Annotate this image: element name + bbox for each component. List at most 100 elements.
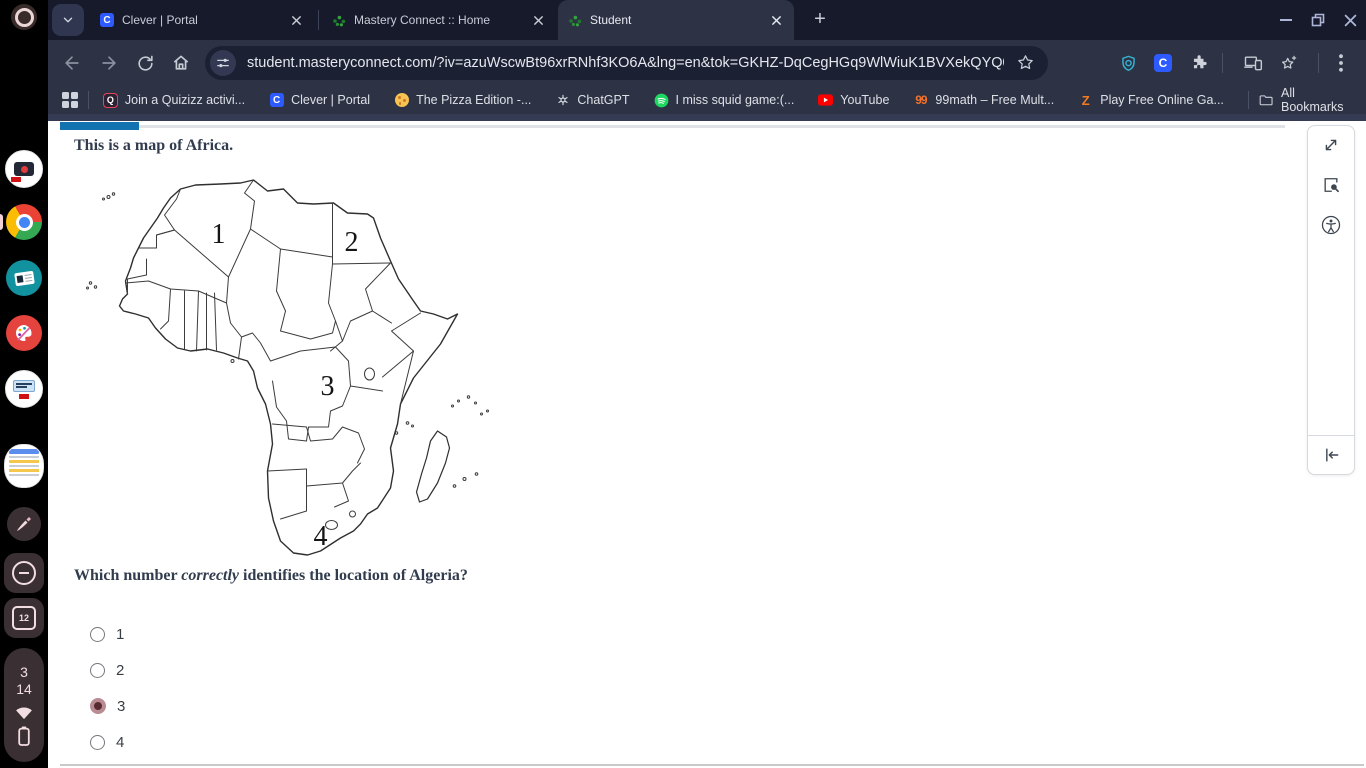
calendar-icon[interactable]: 12 (4, 598, 44, 638)
status-tray[interactable]: 3 14 (4, 648, 44, 762)
zoom-page-icon[interactable] (1318, 172, 1344, 198)
battery-icon (18, 726, 30, 746)
browser-menu-icon[interactable] (1333, 51, 1349, 75)
back-button[interactable] (60, 51, 84, 75)
all-bookmarks-button[interactable]: All Bookmarks (1248, 86, 1352, 114)
youtube-icon (818, 93, 833, 108)
bookmarks-bar: Q Join a Quizizz activi... C Clever | Po… (48, 86, 1366, 114)
bookmark-label: I miss squid game:(... (676, 93, 795, 107)
wifi-icon (14, 705, 34, 720)
bookmark-label: 99math – Free Mult... (935, 93, 1054, 107)
bookmark-99math[interactable]: 99 99math – Free Mult... (913, 93, 1054, 108)
spotify-icon (654, 93, 669, 108)
security-shield-extension-icon[interactable] (1116, 51, 1140, 75)
stylus-tools-icon[interactable] (7, 507, 41, 541)
answer-option-row[interactable]: 1 (90, 624, 124, 644)
bookmark-label: Join a Quizizz activi... (125, 93, 245, 107)
page-title: This is a map of Africa. (74, 137, 233, 155)
bookmark-clever-portal[interactable]: C Clever | Portal (269, 93, 370, 108)
restore-button[interactable] (1304, 6, 1332, 34)
bookmarks-separator (88, 91, 89, 109)
paint-canvas-app-icon[interactable] (6, 315, 42, 351)
tab-clever-portal[interactable]: C Clever | Portal (90, 0, 314, 40)
tab-strip: C Clever | Portal Mastery Connect :: Hom… (48, 0, 1366, 40)
home-button[interactable] (169, 51, 193, 75)
all-bookmarks-label: All Bookmarks (1281, 86, 1352, 114)
close-tab-icon[interactable] (288, 12, 304, 28)
bookmark-pizza-edition[interactable]: The Pizza Edition -... (394, 93, 531, 108)
minimize-button[interactable] (1272, 6, 1300, 34)
bookmark-label: The Pizza Edition -... (416, 93, 531, 107)
close-tab-icon[interactable] (530, 12, 546, 28)
mastery-connect-favicon-icon (332, 13, 346, 27)
accessibility-icon[interactable] (1318, 212, 1344, 238)
favorites-star-icon[interactable] (1276, 51, 1300, 75)
clever-icon: C (269, 93, 284, 108)
assessment-content: This is a map of Africa. (48, 121, 1366, 768)
clever-extension-icon[interactable]: C (1151, 51, 1175, 75)
clock-minute: 14 (16, 681, 32, 698)
question-text: Which number correctly identifies the lo… (74, 567, 468, 585)
collapse-panel-icon[interactable] (1321, 445, 1341, 465)
mastery-connect-favicon-icon (568, 13, 582, 27)
radio-option-3[interactable] (90, 698, 106, 714)
pizza-icon (394, 93, 409, 108)
tab-title: Mastery Connect :: Home (354, 13, 522, 27)
bookmark-play-free-online-games[interactable]: Z Play Free Online Ga... (1078, 93, 1224, 108)
bookmark-label: ChatGPT (577, 93, 629, 107)
radio-option-1[interactable] (90, 627, 105, 642)
answer-option-row[interactable]: 3 (90, 696, 125, 716)
tab-student-active[interactable]: Student (558, 0, 794, 40)
progress-bar-fill (60, 122, 139, 130)
bookmark-label: YouTube (840, 93, 889, 107)
chatgpt-icon (555, 93, 570, 108)
bookmark-star-icon[interactable] (1016, 53, 1036, 73)
close-window-button[interactable] (1336, 6, 1364, 34)
bookmark-chatgpt[interactable]: ChatGPT (555, 93, 629, 108)
clever-favicon-icon: C (100, 13, 114, 27)
new-tab-button[interactable]: + (808, 8, 832, 32)
tab-mastery-connect-home[interactable]: Mastery Connect :: Home (322, 0, 556, 40)
folder-icon (1259, 93, 1273, 107)
school-portal-app-icon[interactable] (5, 370, 43, 408)
radio-option-2[interactable] (90, 663, 105, 678)
site-settings-icon[interactable] (210, 50, 236, 76)
chrome-app-icon[interactable] (6, 204, 42, 240)
system-shelf: 12 3 14 (0, 0, 48, 768)
answer-option-row[interactable]: 4 (90, 732, 124, 752)
bookmark-spotify[interactable]: I miss squid game:(... (654, 93, 795, 108)
apps-grid-icon[interactable] (62, 92, 78, 108)
option-label: 2 (116, 662, 124, 679)
bookmark-youtube[interactable]: YouTube (818, 93, 889, 108)
bookmark-label: Clever | Portal (291, 93, 370, 107)
education-player-app-icon[interactable] (5, 150, 43, 188)
expand-icon[interactable] (1318, 132, 1344, 158)
address-bar[interactable]: student.masteryconnect.com/?iv=azuWscwBt… (205, 46, 1048, 80)
url-text[interactable]: student.masteryconnect.com/?iv=azuWscwBt… (247, 46, 1004, 80)
news-card-app-icon[interactable] (6, 260, 42, 296)
devices-icon[interactable] (1241, 51, 1265, 75)
do-not-disturb-icon[interactable] (4, 553, 44, 593)
radio-option-4[interactable] (90, 735, 105, 750)
profile-avatar[interactable] (11, 4, 37, 30)
close-tab-icon[interactable] (768, 12, 784, 28)
answer-option-row[interactable]: 2 (90, 660, 124, 680)
bookmark-quizizz[interactable]: Q Join a Quizizz activi... (103, 93, 245, 108)
calendar-day: 12 (19, 613, 29, 623)
progress-bar-track (60, 125, 1285, 128)
forward-button[interactable] (97, 51, 121, 75)
tab-search-button[interactable] (52, 4, 84, 36)
bookmarks-separator (1248, 91, 1249, 109)
extensions-puzzle-icon[interactable] (1187, 51, 1211, 75)
africa-map-number-4: 4 (314, 521, 328, 552)
toolbar-separator (1318, 53, 1319, 73)
reload-button[interactable] (133, 51, 157, 75)
option-label: 4 (116, 734, 124, 751)
page-header-strip (48, 114, 1366, 121)
section-divider (60, 764, 1364, 766)
africa-map-number-2: 2 (345, 227, 359, 258)
document-preview-icon[interactable] (4, 444, 44, 488)
z-games-icon: Z (1078, 93, 1093, 108)
browser-toolbar: student.masteryconnect.com/?iv=azuWscwBt… (48, 40, 1366, 86)
chevron-down-icon (61, 13, 75, 27)
